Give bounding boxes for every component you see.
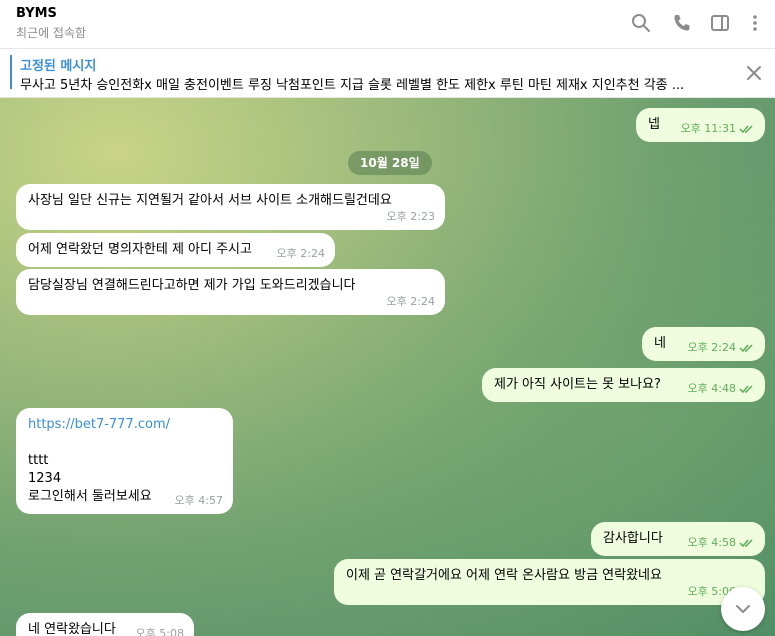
pinned-message-bar[interactable]: 고정된 메시지 무사고 5년차 승인전화x 매일 충전이벤트 루징 낙첨포인트 …	[0, 49, 775, 98]
pinned-text: 무사고 5년차 승인전화x 매일 충전이벤트 루징 낙첨포인트 지급 슬롯 레벨…	[20, 78, 685, 93]
message-link[interactable]: https://bet7-777.com/	[28, 416, 221, 434]
pinned-title: 고정된 메시지	[20, 59, 97, 74]
message-time: 오후 2:24	[688, 339, 755, 357]
message-outgoing[interactable]: 넵 오후 11:31	[636, 108, 765, 142]
chat-status: 최근에 접속함	[16, 26, 87, 40]
message-time: 오후 2:24	[386, 295, 435, 308]
more-vertical-icon[interactable]	[744, 12, 766, 34]
message-text: 넵	[648, 117, 660, 132]
read-ticks-icon	[739, 539, 753, 548]
close-icon[interactable]	[745, 64, 763, 82]
read-ticks-icon	[739, 125, 753, 134]
read-ticks-icon	[739, 385, 753, 394]
message-time: 오후 4:57	[174, 494, 223, 507]
message-time: 오후 2:23	[386, 210, 435, 223]
search-icon[interactable]	[630, 12, 652, 34]
scroll-to-bottom-button[interactable]	[721, 587, 765, 631]
message-text: 이제 곧 연락갈거에요 어제 연락 온사람요 방금 연락왔네요	[346, 568, 662, 583]
message-incoming[interactable]: 어제 연락왔던 명의자한테 제 아디 주시고 오후 2:24	[16, 233, 335, 267]
message-text: 담당실장님 연결해드린다고하면 제가 가입 도와드리겠습니다	[28, 278, 356, 293]
message-time: 오후 4:48	[688, 380, 755, 398]
message-incoming[interactable]: 네 연락왔습니다 오후 5:08	[16, 613, 194, 636]
message-incoming[interactable]: 담당실장님 연결해드린다고하면 제가 가입 도와드리겠습니다 오후 2:24	[16, 269, 445, 315]
chat-area[interactable]: 넵 오후 11:31 10월 28일 사장님 일단 신규는 지연될거 같아서 서…	[0, 98, 775, 636]
message-text: 어제 연락왔던 명의자한테 제 아디 주시고	[28, 242, 252, 257]
phone-icon[interactable]	[671, 12, 693, 34]
message-text: 사장님 일단 신규는 지연될거 같아서 서브 사이트 소개해드릴건데요	[28, 193, 392, 208]
message-incoming[interactable]: https://bet7-777.com/ tttt 1234 로그인해서 둘러…	[16, 408, 233, 514]
sidebar-toggle-icon[interactable]	[709, 12, 731, 34]
message-incoming[interactable]: 사장님 일단 신규는 지연될거 같아서 서브 사이트 소개해드릴건데요 오후 2…	[16, 184, 445, 230]
chevron-down-icon	[736, 605, 750, 613]
message-time: 오후 4:58	[688, 534, 755, 552]
message-text: 감사합니다	[603, 531, 663, 546]
chat-title[interactable]: BYMS	[16, 6, 57, 21]
message-outgoing[interactable]: 제가 아직 사이트는 못 보나요? 오후 4:48	[482, 368, 765, 402]
date-separator: 10월 28일	[348, 151, 432, 175]
message-outgoing[interactable]: 이제 곧 연락갈거에요 어제 연락 온사람요 방금 연락왔네요 오후 5:06	[334, 559, 765, 605]
message-text: 제가 아직 사이트는 못 보나요?	[494, 377, 661, 392]
message-text: 네 연락왔습니다	[28, 622, 116, 636]
message-outgoing[interactable]: 네 오후 2:24	[642, 327, 765, 361]
message-outgoing[interactable]: 감사합니다 오후 4:58	[591, 522, 765, 556]
chat-header: BYMS 최근에 접속함	[0, 0, 775, 49]
message-time: 오후 5:08	[135, 627, 184, 636]
pinned-indicator	[10, 55, 12, 89]
message-line: tttt	[28, 453, 49, 468]
message-text: 네	[654, 336, 666, 351]
message-time: 오후 2:24	[276, 247, 325, 260]
message-line: 1234	[28, 471, 62, 486]
message-time: 오후 11:31	[681, 120, 755, 138]
read-ticks-icon	[739, 344, 753, 353]
